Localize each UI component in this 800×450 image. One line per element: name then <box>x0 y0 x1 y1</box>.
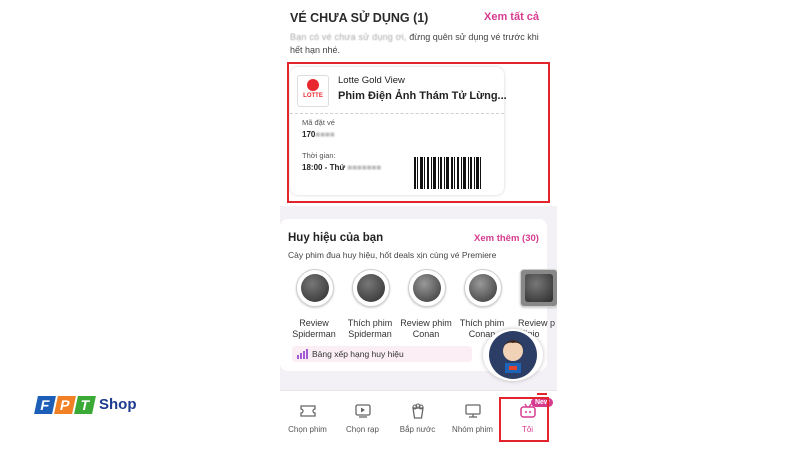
fpt-shop-text: Shop <box>99 396 137 413</box>
nav-label: Chọn phim <box>288 425 327 434</box>
nav-chon-rap[interactable]: Chọn rạp <box>335 391 390 450</box>
floating-avatar-button[interactable] <box>483 329 543 381</box>
popcorn-icon <box>411 403 424 419</box>
app-screen: VÉ CHƯA SỬ DỤNG (1) Xem tất cả Bạn có vé… <box>280 0 557 450</box>
badge-conan-icon <box>408 269 446 307</box>
nav-bap-nuoc[interactable]: Bắp nước <box>390 391 445 450</box>
ticket-reminder: Bạn có vé chưa sử dụng ơi, đừng quên sử … <box>290 31 545 57</box>
badge-spiderman-icon <box>352 269 390 307</box>
badge-label: Review phim Conan <box>400 318 452 339</box>
badge-minion-icon <box>520 269 557 307</box>
badges-subtitle: Cày phim đua huy hiệu, hốt deals xịn cùn… <box>288 250 497 260</box>
badge-label: Thích phim Spiderman <box>347 318 393 339</box>
scroll-indicator <box>537 393 547 395</box>
fpt-letter-p: P <box>54 396 76 414</box>
see-more-badges-link[interactable]: Xem thêm (30) <box>474 233 539 244</box>
nav-chon-phim[interactable]: Chọn phim <box>280 391 335 450</box>
reminder-blurred: Bạn có vé chưa sử dụng ơi, <box>290 32 407 42</box>
see-all-link[interactable]: Xem tất cả <box>484 11 539 23</box>
ranking-chart-icon <box>297 349 308 359</box>
screen-play-icon <box>354 404 371 418</box>
badge-spiderman-icon <box>296 269 334 307</box>
fpt-shop-logo: F P T Shop <box>34 392 137 422</box>
badge-label: Review Spiderman <box>292 318 336 339</box>
badge-ranking-link[interactable]: Bảng xếp hạng huy hiệu <box>292 346 472 362</box>
fpt-letter-t: T <box>74 396 96 414</box>
nav-label: Nhóm phim <box>452 425 493 434</box>
section-title: VÉ CHƯA SỬ DỤNG (1) <box>290 11 429 25</box>
nav-nhom-phim[interactable]: Nhóm phim <box>445 391 500 450</box>
nav-label: Bắp nước <box>399 425 436 434</box>
fpt-letter-f: F <box>34 396 56 414</box>
group-screen-icon <box>464 404 481 418</box>
conan-avatar-icon <box>489 331 537 379</box>
ticket-highlight-frame <box>287 62 550 203</box>
ticket-icon <box>299 405 316 417</box>
nav-label: Chọn rạp <box>346 425 379 434</box>
ranking-label: Bảng xếp hạng huy hiệu <box>312 349 404 359</box>
badge-conan-icon <box>464 269 502 307</box>
badges-title: Huy hiệu của bạn <box>288 232 384 244</box>
nav-highlight-frame <box>499 397 549 442</box>
